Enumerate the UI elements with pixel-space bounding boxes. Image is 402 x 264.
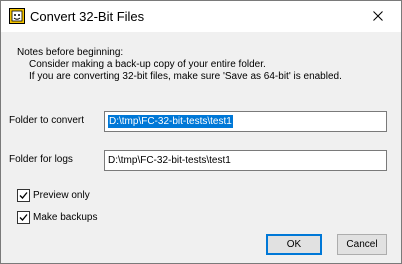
notes-line-2: If you are converting 32-bit files, make… [29, 71, 342, 82]
folder-to-convert-label: Folder to convert [9, 115, 85, 126]
close-icon [373, 8, 383, 26]
folder-to-convert-value: D:\tmp\FC-32-bit-tests\test1 [108, 115, 233, 128]
notes-line-1: Consider making a back-up copy of your e… [29, 59, 266, 70]
cancel-button[interactable]: Cancel [337, 234, 387, 255]
folder-for-logs-label: Folder for logs [9, 154, 73, 165]
preview-only-box[interactable] [17, 189, 30, 202]
preview-only-label: Preview only [33, 190, 90, 201]
notes-heading: Notes before beginning: [17, 47, 124, 58]
window-title: Convert 32-Bit Files [30, 9, 145, 24]
dialog-body: Notes before beginning: Consider making … [1, 32, 401, 263]
convert-dialog: Convert 32-Bit Files Notes before beginn… [0, 0, 402, 264]
app-icon [9, 8, 25, 24]
make-backups-checkbox[interactable]: Make backups [17, 211, 97, 224]
checkmark-icon [19, 214, 28, 221]
title-bar[interactable]: Convert 32-Bit Files [1, 1, 401, 32]
folder-for-logs-input[interactable]: D:\tmp\FC-32-bit-tests\test1 [104, 150, 387, 171]
folder-for-logs-value: D:\tmp\FC-32-bit-tests\test1 [108, 155, 231, 166]
make-backups-label: Make backups [33, 212, 98, 223]
preview-only-checkbox[interactable]: Preview only [17, 189, 90, 202]
folder-to-convert-input[interactable]: D:\tmp\FC-32-bit-tests\test1 [104, 111, 387, 132]
close-button[interactable] [355, 1, 401, 32]
checkmark-icon [19, 192, 28, 199]
notes-section: Notes before beginning: Consider making … [17, 47, 342, 83]
ok-button[interactable]: OK [266, 234, 322, 255]
make-backups-box[interactable] [17, 211, 30, 224]
